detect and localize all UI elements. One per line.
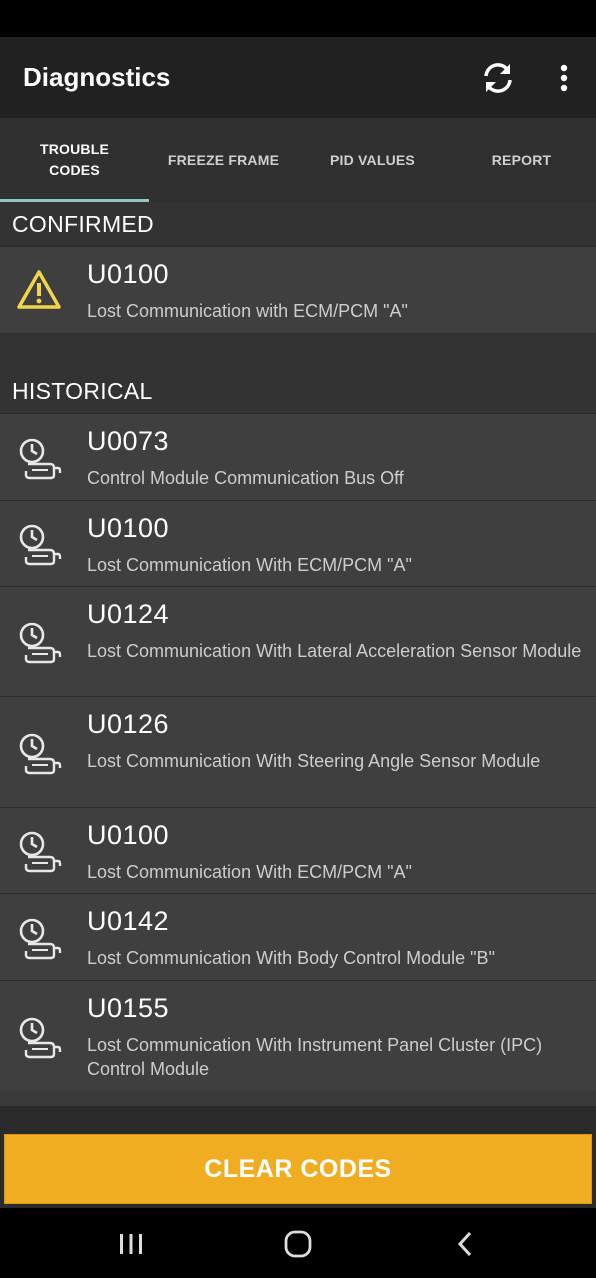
history-icon: [19, 438, 62, 480]
back-icon: [457, 1231, 472, 1257]
dtc-code: U0142: [87, 906, 170, 936]
dtc-description: Lost Communication With Lateral Accelera…: [87, 641, 582, 661]
historical-code-row[interactable]: U0155 Lost Communication With Instrument …: [0, 980, 596, 1091]
tab-label: PID VALUES: [330, 151, 415, 168]
history-icon: [19, 1017, 62, 1059]
recents-icon: [120, 1234, 142, 1254]
dtc-description: Lost Communication With Body Control Mod…: [87, 948, 495, 968]
home-button[interactable]: [268, 1222, 328, 1266]
recents-button[interactable]: [101, 1222, 161, 1266]
tab-label: FREEZE FRAME: [167, 151, 280, 168]
status-bar: [0, 0, 596, 37]
historical-code-row[interactable]: U0100 Lost Communication With ECM/PCM "A": [0, 500, 596, 586]
tab-pid-values[interactable]: PID VALUES: [298, 118, 447, 202]
dtc-description: Lost Communication With ECM/PCM "A": [87, 555, 412, 575]
dtc-code: U0100: [87, 513, 170, 543]
page-title: Diagnostics: [23, 62, 171, 92]
dtc-code: U0126: [87, 709, 170, 739]
historical-code-row[interactable]: U0142 Lost Communication With Body Contro…: [0, 893, 596, 980]
history-icon: [19, 831, 62, 873]
historical-code-row[interactable]: U0073 Control Module Communication Bus Of…: [0, 413, 596, 500]
dtc-code: U0073: [87, 426, 170, 456]
refresh-button[interactable]: [476, 56, 520, 100]
tab-freeze-frame[interactable]: FREEZE FRAME: [149, 118, 298, 202]
history-icon: [19, 733, 62, 775]
tab-label: REPORT: [491, 151, 552, 168]
dtc-description: Lost Communication With Steering Angle S…: [87, 751, 541, 771]
dtc-description: Lost Communication With Instrument Panel…: [87, 1035, 543, 1079]
section-spacer: [0, 333, 596, 369]
dtc-code: U0124: [87, 599, 170, 629]
tab-report[interactable]: REPORT: [447, 118, 596, 202]
refresh-icon: [484, 63, 512, 93]
more-options-button[interactable]: [548, 56, 580, 100]
confirmed-section-header: CONFIRMED: [0, 202, 596, 246]
historical-code-row[interactable]: U0126 Lost Communication With Steering An…: [0, 696, 596, 807]
system-navigation-bar: [0, 1208, 596, 1278]
history-icon: [19, 918, 62, 960]
more-vert-icon: [560, 64, 568, 92]
dtc-code: U0100: [87, 259, 170, 289]
clear-codes-button[interactable]: CLEAR CODES: [4, 1134, 592, 1204]
history-icon: [19, 622, 62, 664]
historical-code-row[interactable]: U0124 Lost Communication With Lateral Acc…: [0, 586, 596, 696]
dtc-code: U0100: [87, 820, 170, 850]
tab-trouble-codes[interactable]: TROUBLE CODES: [0, 118, 149, 202]
confirmed-code-row[interactable]: U0100 Lost Communication with ECM/PCM "A…: [0, 246, 596, 333]
back-button[interactable]: [435, 1222, 495, 1266]
historical-code-row[interactable]: U0100 Lost Communication With ECM/PCM "A": [0, 807, 596, 893]
tab-label: TROUBLE CODES: [39, 141, 110, 178]
dtc-description: Control Module Communication Bus Off: [87, 468, 404, 488]
tab-bar: TROUBLE CODES FREEZE FRAME PID VALUES RE…: [0, 118, 596, 202]
dtc-description: Lost Communication with ECM/PCM "A": [87, 301, 408, 321]
warning-icon: [17, 270, 61, 309]
history-icon: [19, 524, 62, 566]
dtc-description: Lost Communication With ECM/PCM "A": [87, 862, 412, 882]
home-icon: [284, 1230, 312, 1258]
historical-section-header: HISTORICAL: [0, 369, 596, 413]
dtc-code: U0155: [87, 993, 170, 1023]
app-bar: Diagnostics: [0, 37, 596, 118]
